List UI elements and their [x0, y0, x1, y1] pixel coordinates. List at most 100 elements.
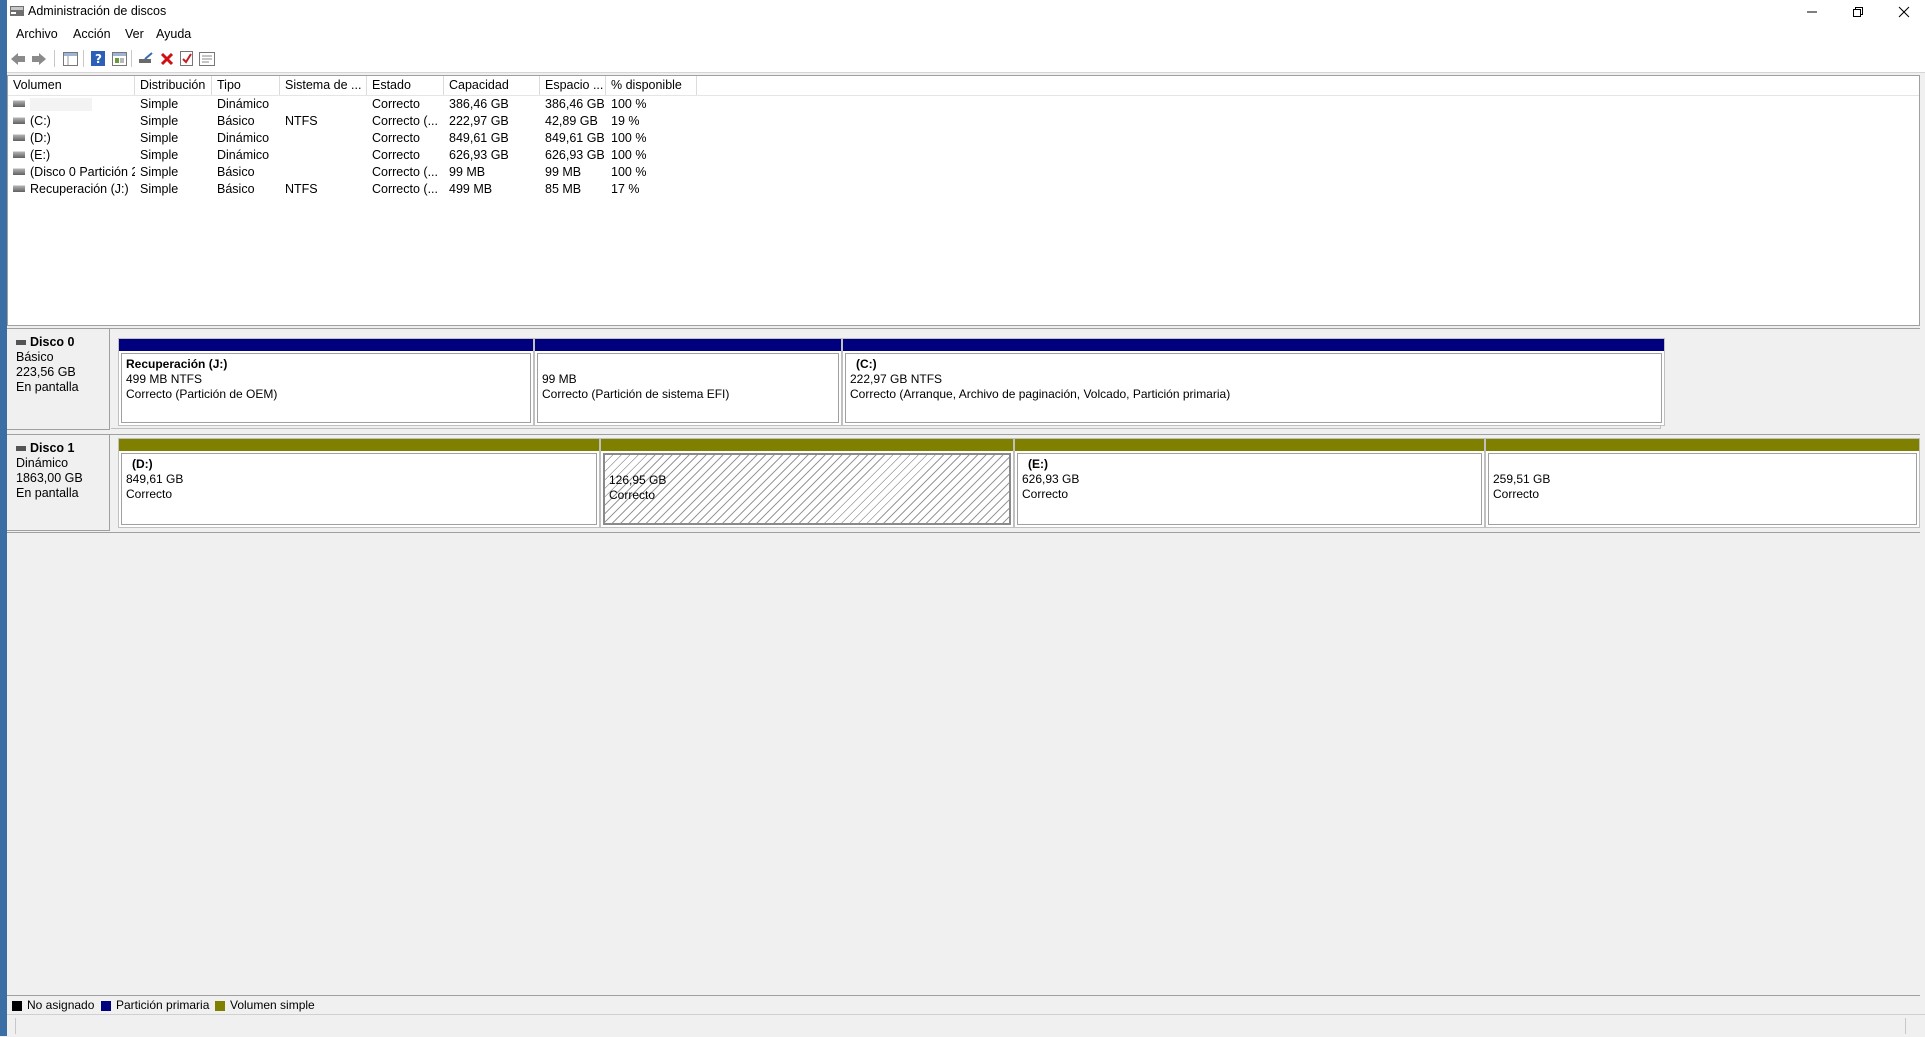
partition-selected-volume[interactable]: 126,95 GB Correcto — [600, 438, 1014, 528]
restore-icon — [1853, 7, 1863, 17]
disk-1-label[interactable]: Disco 1 Dinámico 1863,00 GB En pantalla — [7, 435, 110, 531]
volume-row[interactable]: (Disco 0 Partición 2) Simple Básico Corr… — [8, 164, 1919, 181]
volume-row[interactable]: (C:) Simple Básico NTFS Correcto (... 22… — [8, 113, 1919, 130]
disk-0-label[interactable]: Disco 0 Básico 223,56 GB En pantalla — [7, 329, 110, 430]
partition-body: (D:) 849,61 GB Correcto — [121, 453, 597, 525]
partition-size: 222,97 GB NTFS — [850, 372, 943, 386]
toolbar: ? — [7, 45, 1925, 73]
volume-cell: 626,93 GB — [449, 148, 509, 162]
partition-c[interactable]: (C:) 222,97 GB NTFS Correcto (Arranque, … — [842, 338, 1665, 426]
volume-cell: Correcto — [372, 131, 420, 145]
volume-disk-icon — [13, 100, 25, 108]
settings-button[interactable] — [198, 50, 216, 67]
column-espacio[interactable]: Espacio ... — [540, 76, 606, 95]
disk-1-size: 1863,00 GB — [16, 471, 83, 485]
volume-cell: 386,46 GB — [449, 97, 509, 111]
volume-cell: 19 % — [611, 114, 640, 128]
partition-name: (C:) — [856, 357, 877, 371]
forward-button[interactable] — [30, 50, 48, 67]
legend-primary-swatch — [101, 1001, 111, 1011]
volume-cell: 386,46 GB — [545, 97, 605, 111]
volume-disk-icon — [13, 117, 25, 125]
partition-body: 259,51 GB Correcto — [1488, 453, 1917, 525]
volume-cell: 42,89 GB — [545, 114, 598, 128]
connect-disk-button[interactable] — [137, 50, 155, 67]
delete-button[interactable] — [158, 50, 176, 67]
partition-recuperacion[interactable]: Recuperación (J:) 499 MB NTFS Correcto (… — [118, 338, 534, 426]
volume-cell: Simple — [140, 165, 179, 179]
column-capacidad[interactable]: Capacidad — [444, 76, 540, 95]
volume-cell: Correcto — [372, 148, 420, 162]
volume-cell: 849,61 GB — [545, 131, 605, 145]
column-sistema[interactable]: Sistema de ... — [280, 76, 367, 95]
close-button[interactable] — [1881, 0, 1925, 24]
disk-1-name: Disco 1 — [30, 441, 75, 455]
volume-cell — [280, 96, 367, 113]
partition-d[interactable]: (D:) 849,61 GB Correcto — [118, 438, 600, 528]
simple-volume-bar — [1015, 439, 1484, 451]
volume-cell: 222,97 GB — [449, 114, 509, 128]
volume-cell: 99 MB — [449, 165, 486, 179]
primary-partition-bar — [535, 339, 841, 351]
connect-icon — [139, 51, 153, 63]
back-button[interactable] — [9, 50, 27, 67]
volume-list: Volumen Distribución Tipo Sistema de ...… — [7, 75, 1920, 326]
volume-cell: Básico — [217, 165, 255, 179]
partition-volume-4[interactable]: 259,51 GB Correcto — [1485, 438, 1920, 528]
close-icon — [1898, 6, 1910, 18]
window-title: Administración de discos — [28, 4, 167, 18]
volume-cell: NTFS — [285, 182, 318, 196]
svg-text:?: ? — [95, 52, 102, 66]
volume-row[interactable]: Simple Dinámico Correcto 386,46 GB 386,4… — [8, 96, 1919, 113]
disk-0-name: Disco 0 — [30, 335, 75, 349]
menu-accion[interactable]: Acción — [72, 27, 112, 41]
volume-cell: Básico — [217, 182, 255, 196]
volume-cell: Dinámico — [217, 131, 270, 145]
menu-ayuda[interactable]: Ayuda — [155, 27, 192, 41]
delete-icon — [160, 52, 174, 65]
help-button[interactable]: ? — [89, 50, 107, 67]
volume-cell: Simple — [140, 182, 179, 196]
partition-name — [542, 357, 834, 372]
column-disponible[interactable]: % disponible — [606, 76, 697, 95]
disk-0-type: Básico — [16, 350, 54, 364]
legend-simple-swatch — [215, 1001, 225, 1011]
volume-cell: Simple — [140, 148, 179, 162]
show-list-button[interactable] — [61, 50, 79, 67]
partition-body: 99 MB Correcto (Partición de sistema EFI… — [537, 353, 839, 423]
partition-efi[interactable]: 99 MB Correcto (Partición de sistema EFI… — [534, 338, 842, 426]
check-button[interactable] — [178, 50, 196, 67]
properties-button[interactable] — [110, 50, 128, 67]
column-tipo[interactable]: Tipo — [212, 76, 280, 95]
partition-status: Correcto — [126, 487, 173, 501]
legend-simple-label: Volumen simple — [230, 998, 315, 1012]
disk-list-icon — [62, 51, 78, 66]
volume-row[interactable]: (E:) Simple Dinámico Correcto 626,93 GB … — [8, 147, 1919, 164]
minimize-button[interactable] — [1789, 0, 1835, 24]
partition-size: 626,93 GB — [1022, 472, 1080, 486]
disk-graphical-view: Disco 0 Básico 223,56 GB En pantalla Rec… — [7, 328, 1920, 996]
volume-disk-icon — [13, 151, 25, 159]
legend-primary-label: Partición primaria — [116, 998, 210, 1012]
partition-status: Correcto (Arranque, Archivo de paginació… — [850, 387, 1231, 401]
menu-archivo[interactable]: Archivo — [15, 27, 59, 41]
disk-separator — [7, 532, 1920, 533]
partition-e[interactable]: (E:) 626,93 GB Correcto — [1014, 438, 1485, 528]
toolbar-separator — [54, 50, 55, 67]
volume-row[interactable]: (D:) Simple Dinámico Correcto 849,61 GB … — [8, 130, 1919, 147]
volume-cell: 85 MB — [545, 182, 582, 196]
restore-button[interactable] — [1835, 0, 1881, 24]
partition-body: (E:) 626,93 GB Correcto — [1017, 453, 1482, 525]
column-distribucion[interactable]: Distribución — [135, 76, 212, 95]
volume-cell: Simple — [140, 131, 179, 145]
partition-size: 259,51 GB — [1493, 472, 1551, 486]
volume-row[interactable]: Recuperación (J:) Simple Básico NTFS Cor… — [8, 181, 1919, 198]
disk-1-state: En pantalla — [16, 486, 79, 500]
column-volumen[interactable]: Volumen — [8, 76, 135, 95]
column-estado[interactable]: Estado — [367, 76, 444, 95]
volume-name: Recuperación (J:) — [8, 181, 135, 198]
volume-cell: Dinámico — [217, 148, 270, 162]
volume-cell — [280, 164, 367, 181]
menu-ver[interactable]: Ver — [124, 27, 145, 41]
volume-cell: Correcto (... — [372, 182, 438, 196]
